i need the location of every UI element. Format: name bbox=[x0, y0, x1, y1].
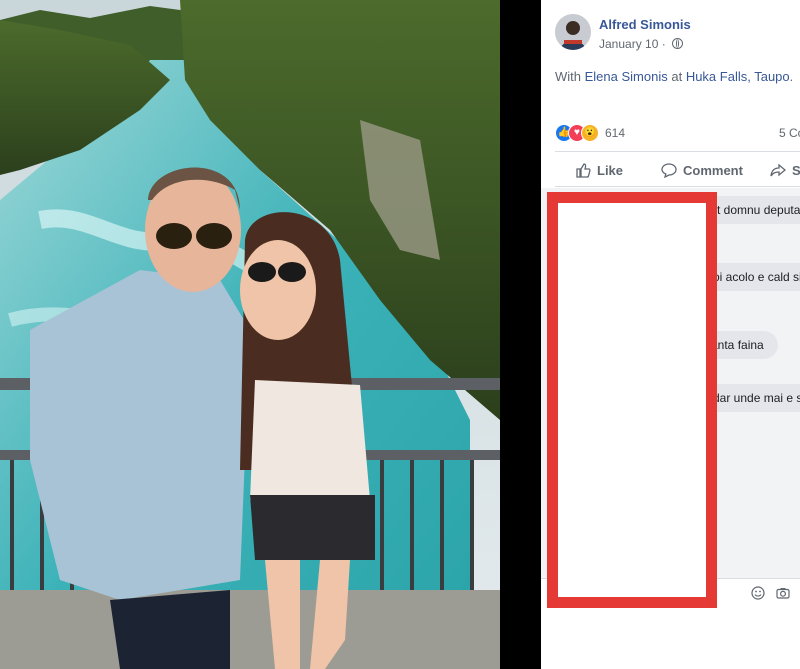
period: . bbox=[789, 69, 794, 84]
comment-count-link[interactable]: 5 Co bbox=[779, 126, 800, 140]
comment-label: Comment bbox=[683, 162, 743, 178]
camera-icon[interactable] bbox=[776, 586, 790, 600]
with-prefix: With bbox=[555, 69, 585, 84]
share-arrow-icon bbox=[770, 163, 786, 177]
wow-reaction-icon: 😮 bbox=[581, 124, 599, 142]
comment-text: dar unde mai e si bbox=[713, 391, 800, 405]
photo-divider bbox=[500, 0, 541, 669]
like-button[interactable]: Like bbox=[575, 154, 623, 186]
divider-top bbox=[555, 151, 800, 152]
comment-text: anta faina bbox=[711, 338, 764, 352]
emoji-icon[interactable] bbox=[751, 586, 765, 600]
reaction-count: 614 bbox=[605, 126, 626, 140]
comment-button[interactable]: Comment bbox=[661, 154, 743, 186]
share-button[interactable]: Sh bbox=[770, 154, 800, 186]
tag-line: With Elena Simonis at Huka Falls, Taupo. bbox=[555, 69, 793, 84]
post-date-text: January 10 · bbox=[599, 37, 670, 51]
comment-bubble-icon bbox=[661, 163, 677, 178]
comment-item: t domnu deputat bbox=[705, 196, 800, 224]
post-photo[interactable] bbox=[0, 0, 500, 669]
share-label: Sh bbox=[792, 162, 800, 178]
comment-text: oi acolo e cald si bbox=[713, 270, 800, 284]
divider-bottom bbox=[555, 186, 800, 187]
author-avatar[interactable] bbox=[555, 14, 591, 50]
post-date[interactable]: January 10 · bbox=[599, 37, 684, 51]
globe-icon bbox=[672, 38, 684, 49]
photo-scene bbox=[0, 0, 500, 669]
location-link[interactable]: Huka Falls, Taupo bbox=[686, 69, 790, 84]
author-name[interactable]: Alfred Simonis bbox=[599, 17, 691, 32]
tagged-person-link[interactable]: Elena Simonis bbox=[585, 69, 668, 84]
post-actions: Like Comment Sh bbox=[541, 154, 800, 186]
redaction-box bbox=[547, 192, 717, 608]
at-text: at bbox=[667, 69, 686, 84]
like-thumb-icon bbox=[576, 163, 591, 178]
comment-text: t domnu deputat bbox=[717, 203, 800, 217]
like-label: Like bbox=[597, 162, 624, 178]
